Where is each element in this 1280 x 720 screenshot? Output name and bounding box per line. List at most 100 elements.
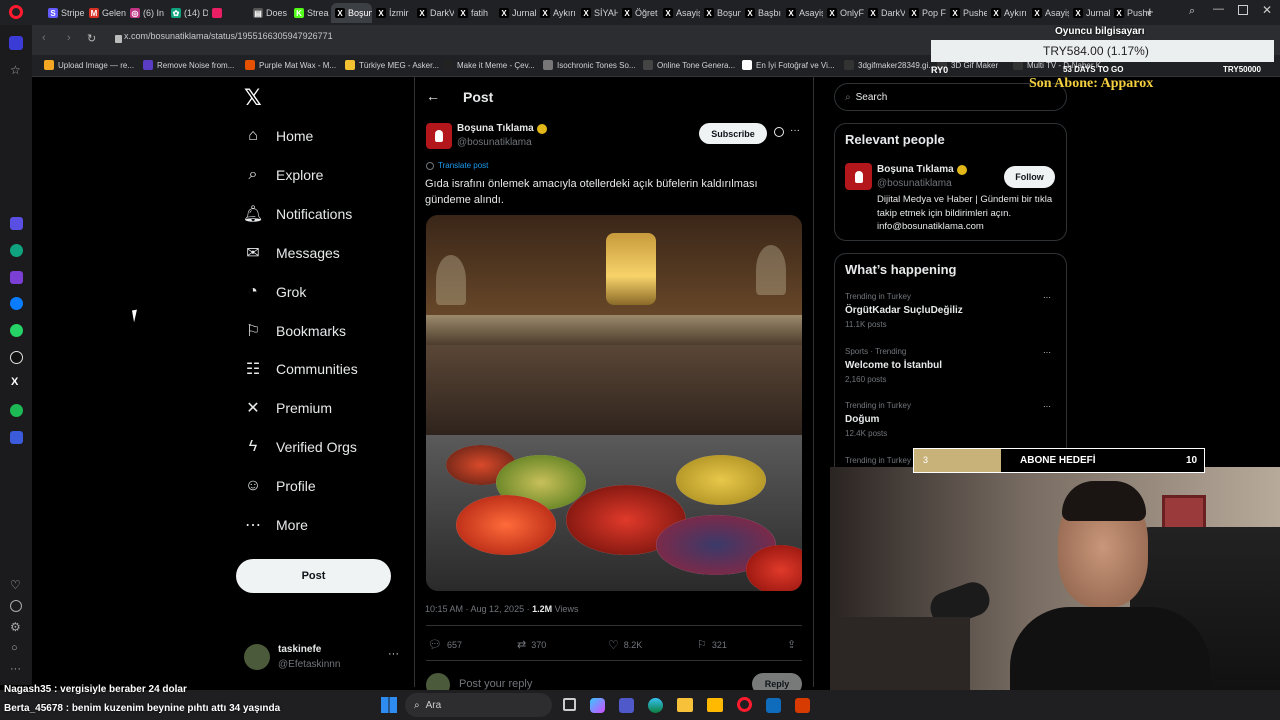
bookmark-item[interactable]: 3dgifmaker28349.gi... xyxy=(844,60,935,70)
browser-tab[interactable]: X Jurnal xyxy=(495,3,536,23)
reply-action[interactable]: 💬︎ 657 xyxy=(428,638,462,651)
nav-item-profile[interactable]: ☺ Profile xyxy=(244,477,316,495)
opera-logo-icon[interactable] xyxy=(9,5,23,19)
trend-more-icon[interactable]: ··· xyxy=(1043,348,1051,357)
browser-tab[interactable]: ✿ (14) D xyxy=(167,3,208,23)
folder-icon[interactable] xyxy=(707,698,723,712)
grok-post-icon[interactable] xyxy=(774,127,784,137)
task-view-icon[interactable] xyxy=(563,698,576,711)
post-timestamp[interactable]: 10:15 AM · Aug 12, 2025 · 1.2M Views xyxy=(425,604,578,614)
browser-tab[interactable]: X Aykırı xyxy=(536,3,577,23)
relevant-avatar[interactable] xyxy=(845,163,872,190)
follow-button[interactable]: Follow xyxy=(1004,166,1055,188)
settings-sidebar-icon[interactable]: ⚙ xyxy=(10,620,21,634)
author-handle[interactable]: @bosunatiklama xyxy=(457,137,532,148)
outlook-icon[interactable] xyxy=(766,698,781,713)
browser-tab[interactable]: X Pushe xyxy=(946,3,987,23)
post-button[interactable]: Post xyxy=(236,559,391,593)
browser-tab[interactable]: X Öğret xyxy=(618,3,659,23)
browser-tab[interactable]: X Aykırı xyxy=(987,3,1028,23)
browser-tab[interactable]: X OnlyF xyxy=(823,3,864,23)
new-tab-button[interactable]: + xyxy=(1146,4,1154,19)
star-sidebar-icon[interactable]: ☆ xyxy=(10,63,21,77)
nav-item-premium[interactable]: ✕ Premium xyxy=(244,399,332,417)
copilot-icon[interactable] xyxy=(590,698,605,713)
browser-tab[interactable]: K Strea xyxy=(290,3,331,23)
browser-tab[interactable]: X Asayiş xyxy=(1028,3,1069,23)
post-more-icon[interactable]: ··· xyxy=(790,125,800,136)
nav-item-verified-orgs[interactable]: ϟ Verified Orgs xyxy=(244,438,357,456)
forward-button[interactable]: › xyxy=(67,32,71,44)
url-field[interactable]: x.com/bosunatiklama/status/1955166305947… xyxy=(124,31,333,41)
browser-tab[interactable] xyxy=(208,3,249,23)
heart-sidebar-icon[interactable]: ♡ xyxy=(10,578,21,592)
browser-tab[interactable]: X DarkV xyxy=(413,3,454,23)
tiktok-sidebar-icon[interactable] xyxy=(10,351,23,364)
nav-item-explore[interactable]: ⌕ Explore xyxy=(244,166,324,184)
trend-more-icon[interactable]: ··· xyxy=(1043,402,1051,411)
teams-icon[interactable] xyxy=(619,698,634,713)
browser-tab[interactable]: X Asayiş xyxy=(782,3,823,23)
browser-tab[interactable]: X Jurnal xyxy=(1069,3,1110,23)
x-sidebar-icon[interactable]: X xyxy=(11,376,18,388)
browser-tab[interactable]: X İzmir xyxy=(372,3,413,23)
post-image[interactable] xyxy=(426,215,802,591)
history-sidebar-icon[interactable] xyxy=(10,600,22,612)
account-more-icon[interactable]: ··· xyxy=(388,648,399,660)
office-icon[interactable] xyxy=(795,698,810,713)
browser-tab[interactable]: X Asayiş xyxy=(659,3,700,23)
relevant-name[interactable]: Boşuna Tıklama xyxy=(877,164,967,175)
nav-item-bookmarks[interactable]: ⚐ Bookmarks xyxy=(244,322,346,340)
nav-item-communities[interactable]: ☷ Communities xyxy=(244,360,358,378)
bulb-sidebar-icon[interactable]: ○ xyxy=(11,642,18,654)
like-action[interactable]: ♡ 8.2K xyxy=(608,638,642,652)
nav-item-more[interactable]: ⋯ More xyxy=(244,516,308,534)
subscribe-button[interactable]: Subscribe xyxy=(699,123,767,144)
minimize-button[interactable]: — xyxy=(1213,3,1224,15)
reply-input[interactable]: Post your reply xyxy=(459,678,532,690)
repost-action[interactable]: ⇄ 370 xyxy=(517,638,546,651)
bookmark-item[interactable]: Online Tone Genera... xyxy=(643,60,735,70)
messenger-sidebar-icon[interactable] xyxy=(10,297,23,310)
app-sidebar-icon[interactable] xyxy=(10,271,23,284)
player-sidebar-icon[interactable] xyxy=(10,431,23,444)
trend-more-icon[interactable]: ··· xyxy=(1043,293,1051,302)
browser-tab[interactable]: X DarkV xyxy=(864,3,905,23)
bookmark-item[interactable]: En İyi Fotoğraf ve Vi... xyxy=(742,60,835,70)
whatsapp-sidebar-icon[interactable] xyxy=(10,324,23,337)
bookmark-item[interactable]: Türkiye MEG - Asker... xyxy=(345,60,439,70)
reload-button[interactable]: ↻ xyxy=(87,32,96,45)
home-sidebar-icon[interactable] xyxy=(9,36,23,50)
windows-start-icon[interactable] xyxy=(381,697,397,713)
back-arrow-icon[interactable]: ← xyxy=(426,88,440,104)
more-sidebar-icon[interactable]: ··· xyxy=(10,663,21,675)
close-window-button[interactable]: ✕ xyxy=(1262,3,1272,17)
taskbar-search[interactable]: ⌕ Ara xyxy=(405,693,552,717)
opera-taskbar-icon[interactable] xyxy=(737,697,752,712)
spotify-sidebar-icon[interactable] xyxy=(10,404,23,417)
browser-tab[interactable]: X SİYAH xyxy=(577,3,618,23)
explorer-icon[interactable] xyxy=(677,698,693,712)
author-avatar[interactable] xyxy=(426,123,452,149)
bookmark-item[interactable]: Upload Image — re... xyxy=(44,60,134,70)
edge-icon[interactable] xyxy=(648,698,663,713)
browser-tab[interactable]: S Stripe xyxy=(44,3,85,23)
maximize-button[interactable] xyxy=(1238,5,1248,15)
nav-item-grok[interactable]: ◔ Grok xyxy=(244,283,306,301)
browser-tab[interactable]: M Gelen xyxy=(85,3,126,23)
aria-sidebar-icon[interactable] xyxy=(10,217,23,230)
nav-item-home[interactable]: ⌂ Home xyxy=(244,127,313,145)
search-tabs-icon[interactable]: ⌕ xyxy=(1189,5,1195,18)
back-button[interactable]: ‹ xyxy=(42,32,46,44)
account-switcher[interactable]: taskinefe @Efetaskinnn ··· xyxy=(244,644,404,674)
bookmark-item[interactable]: Purple Mat Wax - M... xyxy=(245,60,336,70)
browser-tab[interactable]: X Boşun xyxy=(700,3,741,23)
x-logo-icon[interactable]: 𝕏 xyxy=(244,86,262,111)
nav-item-notifications[interactable]: 🔔︎ Notifications xyxy=(243,205,352,223)
bookmark-action[interactable]: ⚐ 321 xyxy=(697,638,727,651)
author-name[interactable]: Boşuna Tıklama xyxy=(457,123,547,134)
chatgpt-sidebar-icon[interactable] xyxy=(10,244,23,257)
nav-item-messages[interactable]: ✉ Messages xyxy=(244,244,340,262)
browser-tab[interactable]: ◎ (6) In xyxy=(126,3,167,23)
browser-tab[interactable]: Xfatih xyxy=(454,3,495,23)
